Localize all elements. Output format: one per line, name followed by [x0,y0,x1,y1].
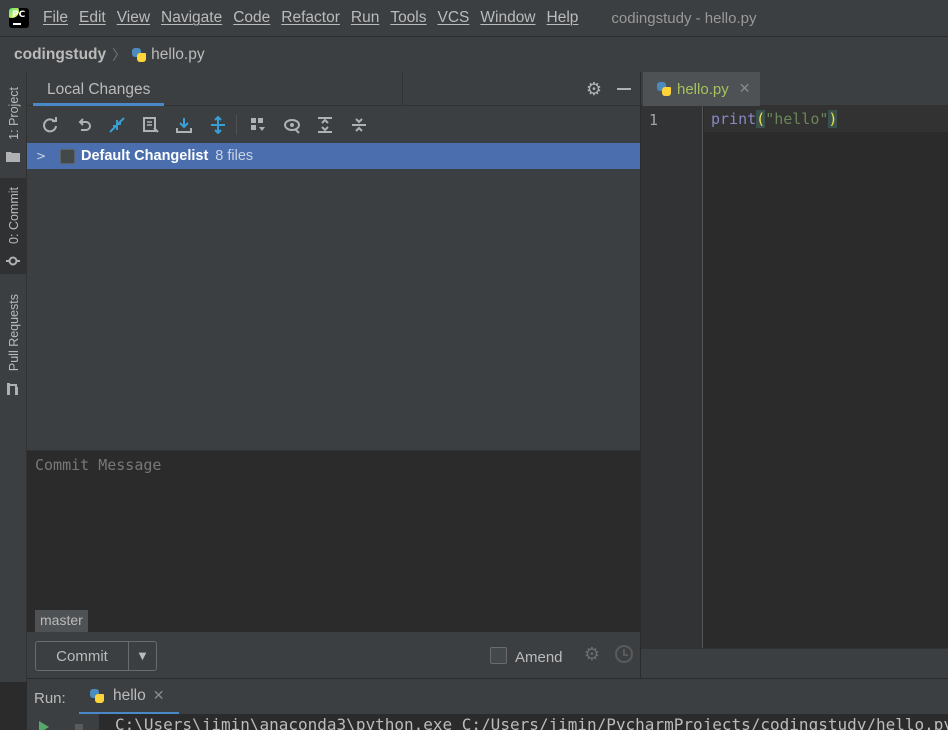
editor-tab-label: hello.py [677,80,729,98]
commit-panel-header: Local Changes ⚙ [27,72,640,106]
editor-tab-hello-py[interactable]: hello.py ✕ [643,72,760,106]
close-icon[interactable]: ✕ [739,81,751,97]
rerun-icon[interactable] [39,721,49,730]
code-close-paren: ) [828,110,838,128]
run-tab-hello[interactable]: hello ✕ [79,679,179,715]
run-console-toolbar [27,714,99,730]
tab-local-changes[interactable]: Local Changes [33,72,165,106]
tool-tab-commit-label: 0: Commit [6,186,21,244]
chevron-right-icon[interactable]: > [36,149,48,163]
python-run-icon [89,688,105,704]
menu-view[interactable]: View [117,9,150,27]
tool-tab-project-label: 1: Project [6,86,21,140]
view-options-icon[interactable] [243,112,273,138]
minimize-icon[interactable] [617,88,631,90]
console-output: C:\Users\jimin\anaconda3\python.exe C:/U… [115,715,948,730]
stop-icon[interactable] [75,724,83,730]
changelist-file-count: 8 files [215,148,254,164]
amend-label[interactable]: Amend [515,649,563,666]
menu-vcs[interactable]: VCS [438,9,470,27]
run-tool-window-header: Run: hello ✕ [27,678,948,715]
commit-message-placeholder: Commit Message [35,456,162,474]
menu-navigate[interactable]: Navigate [161,9,222,27]
line-number: 1 [649,111,659,129]
python-file-icon [131,47,147,63]
show-diff-icon[interactable] [277,112,307,138]
menu-run[interactable]: Run [351,9,379,27]
menu-code[interactable]: Code [233,9,270,27]
edit-changelist-icon[interactable] [136,112,166,138]
folder-icon [6,152,20,162]
commit-history-icon[interactable] [615,645,633,663]
editor-tab-bar: hello.py ✕ [641,72,948,106]
close-icon[interactable]: ✕ [153,688,165,704]
commit-dropdown-arrow-icon[interactable]: ▼ [129,642,156,670]
breadcrumb-file[interactable]: hello.py [151,46,204,64]
tool-tab-pull-requests-label: Pull Requests [6,294,21,372]
code-editor[interactable]: print("hello") [704,106,948,648]
run-tab-label: hello [113,686,146,704]
shelve-icon[interactable] [169,112,199,138]
menu-file[interactable]: File [43,9,68,27]
menu-help[interactable]: Help [547,9,579,27]
changelist-row[interactable]: > Default Changelist 8 files [27,143,640,169]
breadcrumb-separator-icon: 〉 [112,46,127,63]
changelist-name: Default Changelist [81,148,209,164]
breadcrumb: codingstudy 〉 hello.py [0,36,948,72]
commit-button[interactable]: Commit [36,642,129,670]
settings-gear-icon[interactable]: ⚙ [583,78,605,100]
menu-tools[interactable]: Tools [390,9,426,27]
menu-window[interactable]: Window [480,9,535,27]
rollback-icon[interactable] [69,112,99,138]
editor-bottom-bar [641,648,948,678]
tool-tab-pull-requests[interactable]: Pull Requests [0,288,27,400]
toolbar-separator [236,114,237,135]
left-tool-strip: 1: Project 0: Commit Pull Requests [0,72,27,682]
commit-split-button: Commit ▼ [35,641,157,671]
python-file-icon [656,81,672,97]
run-console[interactable]: C:\Users\jimin\anaconda3\python.exe C:/U… [27,714,948,730]
commit-icon [6,256,20,266]
diff-icon[interactable] [102,112,132,138]
refresh-icon[interactable] [35,112,65,138]
pycharm-logo-icon[interactable]: PC [9,8,29,28]
editor-gutter: 1 [641,106,703,648]
code-string: "hello" [765,110,829,128]
changes-toolbar [27,107,640,142]
amend-checkbox[interactable] [490,647,507,664]
header-divider [402,72,403,106]
menu-edit[interactable]: Edit [79,9,106,27]
commit-options-gear-icon[interactable]: ⚙ [581,643,603,665]
code-line: print("hello") [711,110,838,128]
code-function: print [711,110,757,128]
expand-all-icon[interactable] [310,112,340,138]
collapse-all-icon[interactable] [344,112,374,138]
commit-actions-bar: Commit ▼ Amend ⚙ [27,632,640,678]
branch-badge: master [35,610,88,632]
code-open-paren: ( [756,110,766,128]
menu-refactor[interactable]: Refactor [281,9,340,27]
window-title: codingstudy - hello.py [611,9,757,27]
commit-tool-window: Local Changes ⚙ > Default Changelist 8 f… [27,72,640,678]
tool-tab-project[interactable]: 1: Project [0,78,27,166]
tool-tab-commit[interactable]: 0: Commit [0,178,27,274]
pull-request-icon [7,383,18,395]
group-by-icon[interactable] [203,112,233,138]
breadcrumb-project[interactable]: codingstudy [14,46,106,64]
menu-bar: PC File Edit View Navigate Code Refactor… [0,0,948,36]
logo-text: PC [12,10,26,20]
run-label: Run: [34,690,66,707]
changelist-checkbox[interactable] [60,148,75,164]
